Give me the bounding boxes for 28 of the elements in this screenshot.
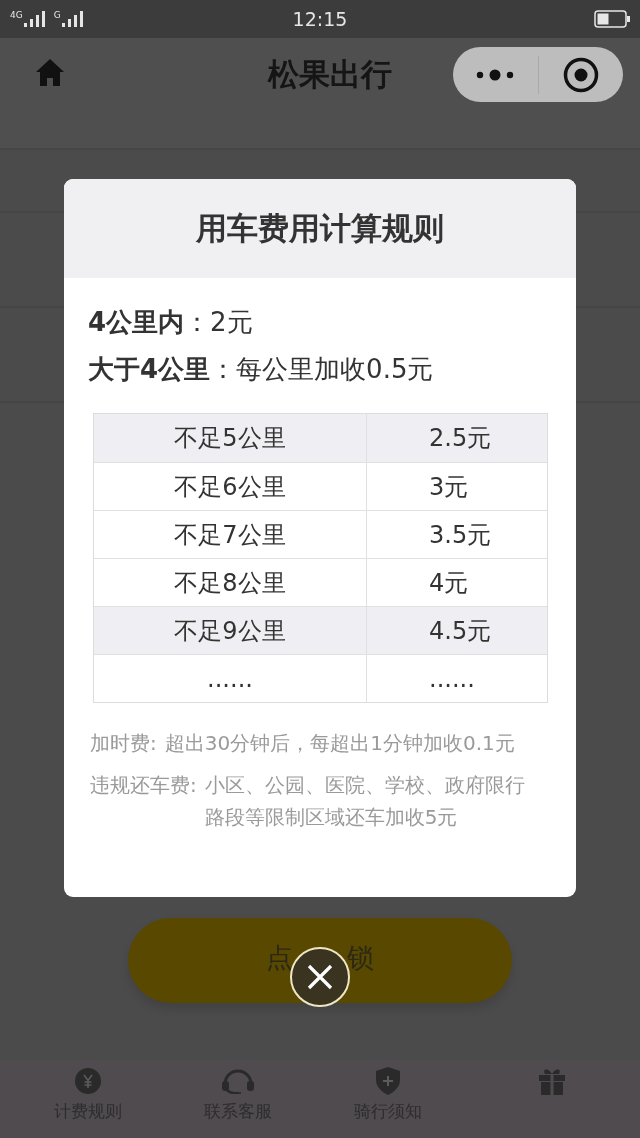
signal-bars-icon	[22, 11, 47, 27]
note-text: 超出30分钟后，每超出1分钟加收0.1元	[164, 730, 516, 757]
network-type-label: 4G	[10, 11, 23, 20]
table-cell-text: 不足5公里	[173, 423, 287, 454]
table-cell-text: 不足9公里	[173, 615, 287, 647]
fee-rule-text: 4公里内：2元	[88, 306, 253, 339]
table-cell-text: ......	[206, 663, 254, 695]
status-time: 12:15	[292, 8, 348, 30]
note-label: 违规还车费:	[90, 772, 197, 799]
table-cell: ......	[366, 655, 547, 702]
note-text: 小区、公园、医院、学校、政府限行路段等限制区域还车加收5元	[204, 772, 526, 831]
yen-coin-icon	[75, 1068, 101, 1094]
page-title: 松果出行	[267, 54, 392, 94]
target-icon[interactable]	[562, 56, 599, 93]
table-cell-text: 不足7公里	[173, 519, 287, 551]
table-cell-text: 不足6公里	[173, 471, 287, 503]
dialog-title: 用车费用计算规则	[196, 208, 444, 248]
table-cell-text: 不足8公里	[173, 567, 287, 599]
headset-icon	[221, 1068, 255, 1094]
fee-rule-text: 大于4公里：每公里加收0.5元	[88, 353, 434, 386]
signal-bars-icon	[60, 11, 85, 27]
close-icon	[307, 964, 333, 990]
battery-icon	[594, 10, 630, 28]
more-icon[interactable]	[475, 68, 516, 81]
gift-icon	[537, 1067, 566, 1095]
note-label: 加时费:	[90, 730, 157, 757]
network-type-label: G	[53, 11, 61, 20]
shield-plus-icon	[376, 1067, 400, 1095]
